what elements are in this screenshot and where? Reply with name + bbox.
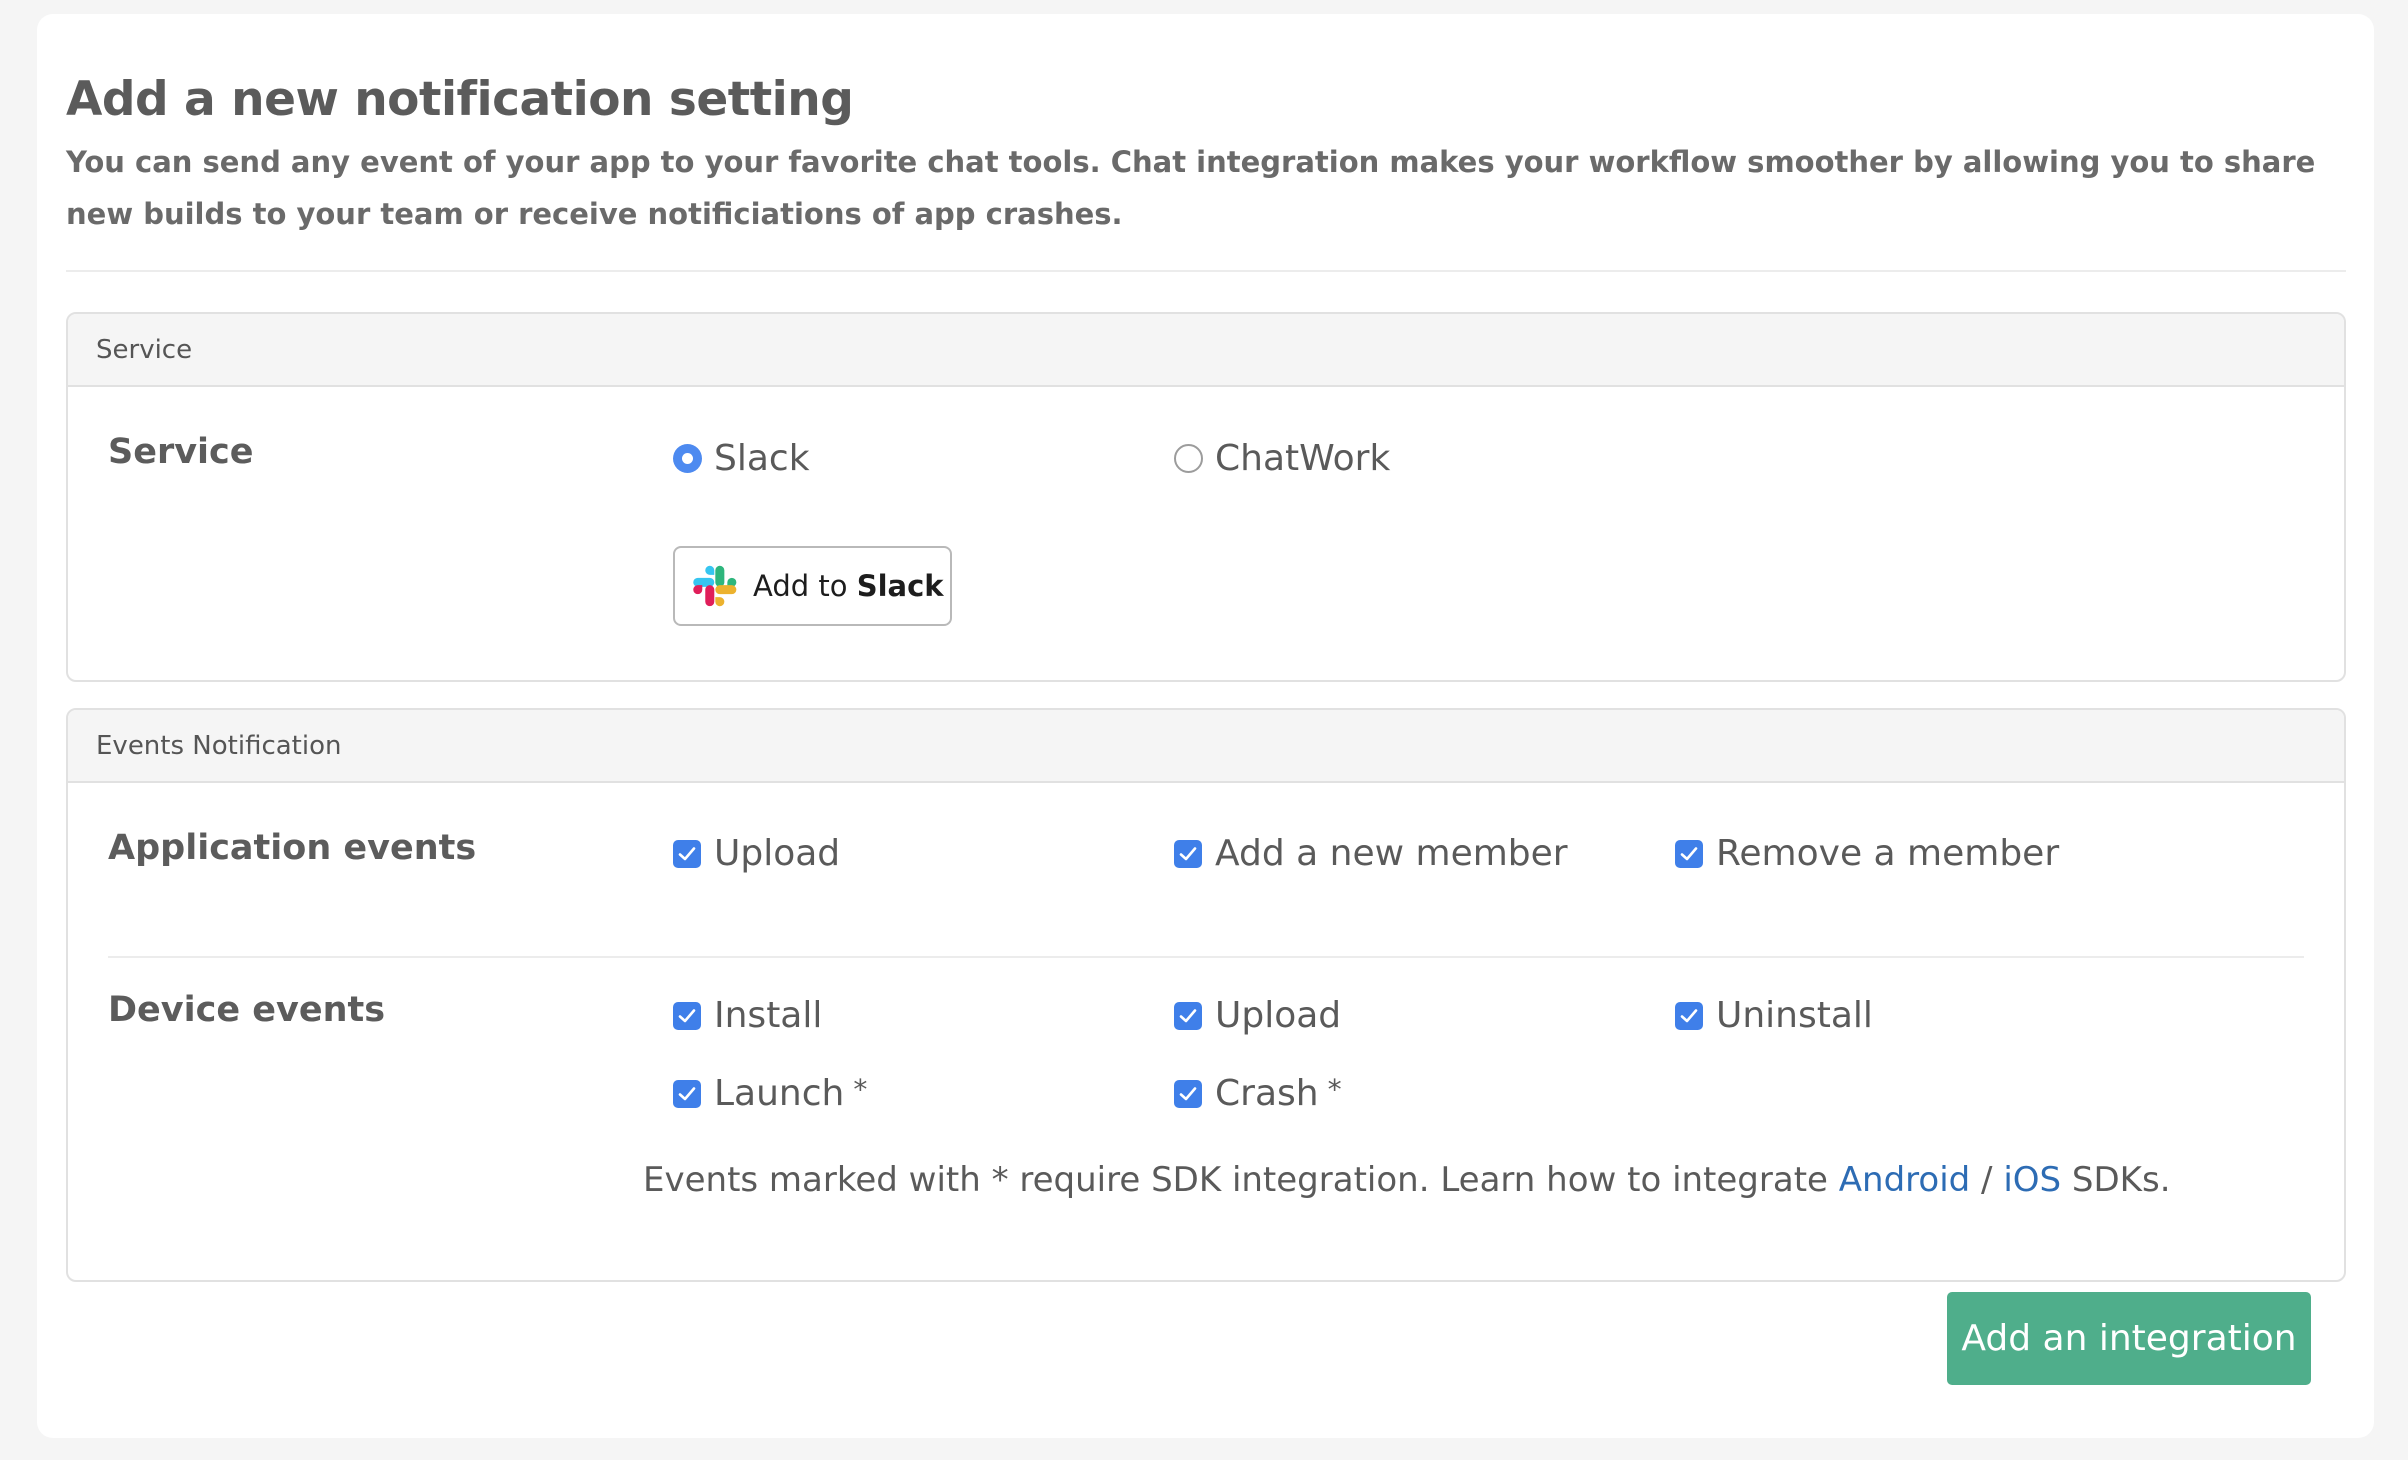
add-to-slack-button[interactable]: Add to Slack (673, 546, 952, 626)
checkbox-launch[interactable]: Launch * (673, 1073, 867, 1114)
checkbox-checked-icon[interactable] (1174, 1001, 1202, 1030)
page-description: You can send any event of your app to yo… (66, 145, 2316, 231)
radio-chatwork[interactable]: ChatWork (1174, 438, 1390, 479)
title-divider (66, 270, 2346, 272)
checkbox-label: Launch (714, 1073, 845, 1114)
checkbox-label: Remove a member (1716, 833, 2060, 874)
checkbox-label: Crash (1215, 1073, 1319, 1114)
add-integration-button[interactable]: Add an integration (1947, 1292, 2311, 1385)
settings-card: Add a new notification setting You can s… (37, 14, 2374, 1438)
checkbox-app-upload[interactable]: Upload (673, 833, 840, 874)
checkbox-checked-icon[interactable] (1174, 839, 1202, 868)
radio-chatwork-indicator[interactable] (1174, 444, 1203, 473)
checkbox-label: Upload (1215, 995, 1342, 1036)
checkbox-checked-icon[interactable] (1174, 1079, 1202, 1108)
checkbox-add-member[interactable]: Add a new member (1174, 833, 1568, 874)
checkbox-checked-icon[interactable] (673, 839, 701, 868)
checkbox-label: Install (714, 995, 823, 1036)
slack-logo-icon (693, 565, 737, 607)
page-title: Add a new notification setting (66, 72, 854, 127)
checkbox-install[interactable]: Install (673, 995, 822, 1036)
checkbox-label: Uninstall (1716, 995, 1873, 1036)
sdk-integration-note: Events marked with * require SDK integra… (643, 1160, 2171, 1200)
events-divider (108, 956, 2304, 958)
application-events-label: Application events (108, 828, 477, 868)
ios-sdk-link[interactable]: iOS (2003, 1160, 2061, 1200)
checkbox-checked-icon[interactable] (673, 1001, 701, 1030)
checkbox-label: Add a new member (1215, 833, 1568, 874)
device-events-label: Device events (108, 990, 386, 1030)
checkbox-device-upload[interactable]: Upload (1174, 995, 1341, 1036)
sdk-required-marker: * (1327, 1073, 1342, 1106)
radio-slack[interactable]: Slack (673, 438, 810, 479)
sdk-required-marker: * (853, 1073, 868, 1106)
checkbox-checked-icon[interactable] (1675, 839, 1703, 868)
add-to-slack-label: Add to Slack (753, 569, 944, 603)
radio-chatwork-label: ChatWork (1215, 438, 1391, 479)
radio-slack-label: Slack (714, 438, 810, 479)
events-panel-heading: Events Notification (68, 710, 2344, 783)
checkbox-remove-member[interactable]: Remove a member (1675, 833, 2059, 874)
service-label: Service (108, 432, 254, 472)
checkbox-label: Upload (714, 833, 841, 874)
service-panel: Service Service Slack ChatWork Add to Sl… (66, 312, 2346, 682)
checkbox-uninstall[interactable]: Uninstall (1675, 995, 1873, 1036)
service-panel-heading: Service (68, 314, 2344, 387)
events-panel: Events Notification Application events U… (66, 708, 2346, 1282)
radio-slack-indicator[interactable] (673, 444, 702, 473)
checkbox-crash[interactable]: Crash * (1174, 1073, 1342, 1114)
checkbox-checked-icon[interactable] (673, 1079, 701, 1108)
android-sdk-link[interactable]: Android (1839, 1160, 1970, 1200)
checkbox-checked-icon[interactable] (1675, 1001, 1703, 1030)
